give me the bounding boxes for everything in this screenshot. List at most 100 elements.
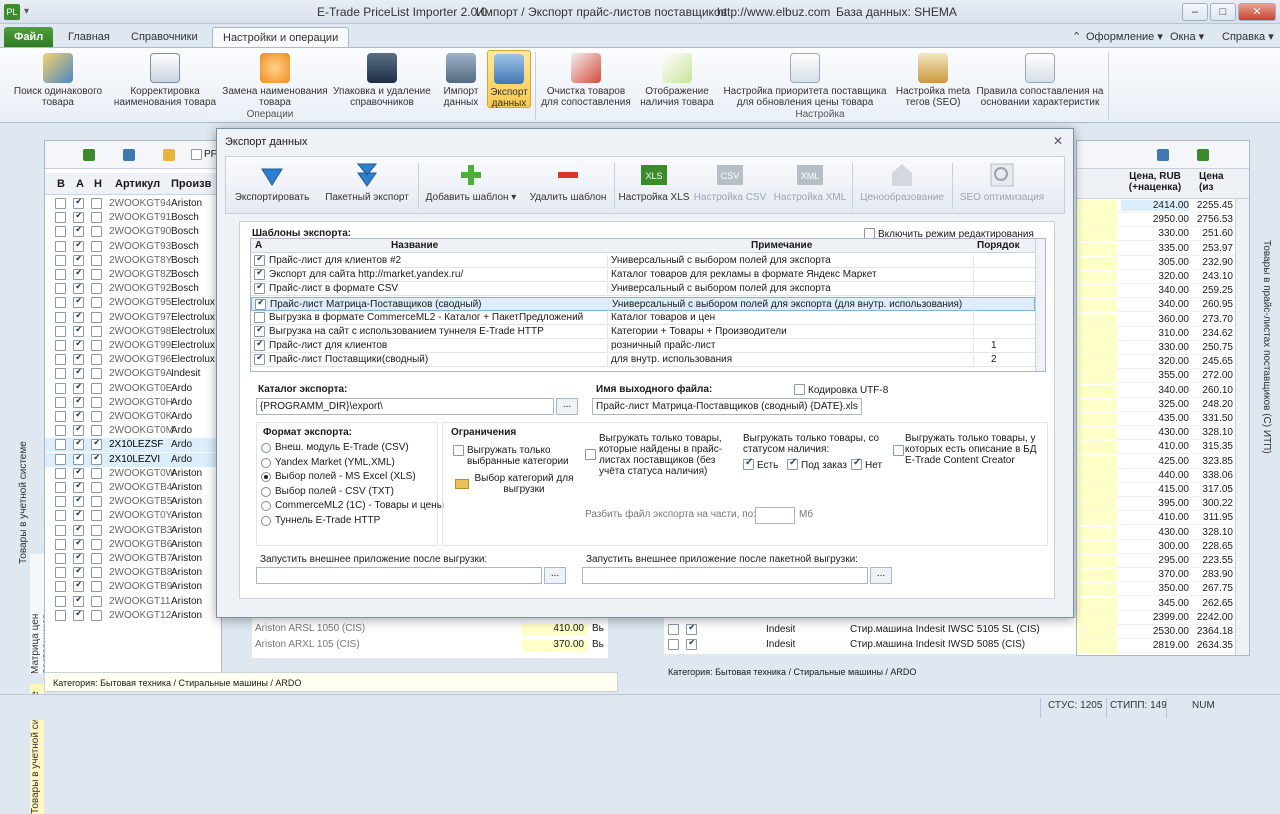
row-checkbox[interactable] bbox=[91, 325, 102, 337]
row-checkbox[interactable] bbox=[73, 496, 84, 508]
row-checkbox[interactable] bbox=[55, 425, 66, 437]
template-row[interactable]: Экспорт для сайта http://market.yandex.r… bbox=[251, 268, 1035, 283]
row-checkbox[interactable] bbox=[73, 311, 84, 323]
col-active[interactable]: А bbox=[255, 240, 262, 251]
table-row[interactable]: 2399.00 2242.00 bbox=[1077, 611, 1235, 625]
table-row[interactable]: 2414.00 2255.45 bbox=[1077, 199, 1235, 213]
templates-scrollbar[interactable] bbox=[1035, 239, 1045, 371]
row-checkbox[interactable] bbox=[55, 482, 66, 493]
table-row[interactable]: 2WOOKGT0EArdo bbox=[45, 382, 221, 396]
row-checkbox[interactable] bbox=[55, 311, 66, 323]
row-checkbox[interactable] bbox=[55, 595, 66, 607]
table-row[interactable]: 2WOOKGT90Bosch bbox=[45, 225, 221, 239]
find-duplicates-button[interactable]: Поиск одинакового товара bbox=[6, 50, 110, 108]
menu-appearance[interactable]: Оформление ▾ bbox=[1086, 30, 1163, 43]
table-row[interactable]: 370.00 283.90 bbox=[1077, 568, 1235, 583]
row-checkbox[interactable] bbox=[73, 198, 84, 209]
row-checkbox[interactable] bbox=[55, 581, 66, 593]
table-row[interactable]: 2X10LEZSF Ardo bbox=[45, 438, 221, 453]
row-checkbox[interactable] bbox=[55, 567, 66, 579]
row-checkbox[interactable] bbox=[55, 553, 66, 564]
row-checkbox[interactable] bbox=[73, 354, 84, 366]
maximize-button[interactable]: □ bbox=[1210, 3, 1236, 21]
table-row[interactable]: 340.00 260.95 bbox=[1077, 298, 1235, 313]
row-checkbox[interactable] bbox=[55, 609, 66, 621]
row-checkbox[interactable] bbox=[73, 240, 84, 252]
format-radio[interactable] bbox=[261, 486, 271, 497]
row-checkbox[interactable] bbox=[73, 538, 84, 550]
export-grid-icon[interactable] bbox=[1197, 149, 1209, 161]
row-checkbox[interactable] bbox=[91, 581, 102, 593]
table-row[interactable]: 2WOOKGTB4Ariston bbox=[45, 481, 221, 495]
found-only-checkbox[interactable] bbox=[585, 449, 596, 460]
table-row[interactable]: 2WOOKGT93Bosch bbox=[45, 240, 221, 254]
row-checkbox[interactable] bbox=[55, 212, 66, 224]
table-row[interactable]: 2530.00 2364.18 bbox=[1077, 625, 1235, 639]
row-checkbox[interactable] bbox=[91, 254, 102, 266]
format-radio[interactable] bbox=[261, 501, 271, 512]
table-row[interactable]: 2WOOKGT9AIndesit bbox=[45, 367, 221, 381]
table-row[interactable]: 2WOOKGT0YAriston bbox=[45, 509, 221, 523]
dialog-close-icon[interactable]: ✕ bbox=[1053, 134, 1063, 148]
table-row[interactable]: 2WOOKGTB6Ariston bbox=[45, 538, 221, 552]
col-brand[interactable]: Произв bbox=[171, 178, 211, 190]
col-article[interactable]: Артикул bbox=[115, 178, 160, 190]
table-row[interactable]: 305.00 232.90 bbox=[1077, 256, 1235, 270]
table-row[interactable]: 2WOOKGTB8Ariston bbox=[45, 566, 221, 580]
template-active-checkbox[interactable] bbox=[254, 269, 265, 281]
table-row[interactable]: 2WOOKGT92Bosch bbox=[45, 282, 221, 296]
table-row[interactable]: 320.00 245.65 bbox=[1077, 355, 1235, 370]
table-row[interactable]: 2WOOKGT99Electrolux bbox=[45, 339, 221, 353]
pr-checkbox[interactable] bbox=[191, 149, 202, 160]
table-row[interactable]: 430.00 328.10 bbox=[1077, 426, 1235, 441]
row-checkbox[interactable] bbox=[55, 297, 66, 309]
run-after-batch-browse-button[interactable]: ... bbox=[870, 567, 892, 584]
row-checkbox[interactable] bbox=[73, 368, 84, 380]
col-v[interactable]: В bbox=[57, 178, 65, 190]
table-row[interactable]: 340.00 259.25 bbox=[1077, 284, 1235, 299]
template-active-checkbox[interactable] bbox=[254, 311, 265, 323]
right-grid-scrollbar[interactable] bbox=[1235, 199, 1249, 655]
table-row[interactable]: 355.00 272.00 bbox=[1077, 369, 1235, 384]
table-row[interactable]: 395.00 300.22 bbox=[1077, 497, 1235, 512]
template-active-checkbox[interactable] bbox=[254, 283, 265, 295]
table-row[interactable]: 2X10LEZVI Ardo bbox=[45, 452, 221, 467]
supplier-priority-button[interactable]: Настройка приоритета поставщика для обно… bbox=[719, 50, 891, 108]
row-checkbox[interactable] bbox=[91, 553, 102, 564]
table-row[interactable]: 2WOOKGT0KArdo bbox=[45, 410, 221, 424]
row-checkbox[interactable] bbox=[73, 467, 84, 479]
row-checkbox[interactable] bbox=[73, 254, 84, 266]
template-row[interactable]: Прайс-лист в формате CSV Универсальный с … bbox=[251, 282, 1035, 297]
col-price-rub[interactable]: Цена, RUB (+наценка) bbox=[1121, 171, 1189, 193]
export-grid-icon[interactable] bbox=[83, 149, 95, 161]
template-row[interactable]: Выгрузка на сайт с использованием туннел… bbox=[251, 325, 1035, 339]
row-checkbox[interactable] bbox=[91, 567, 102, 579]
row-checkbox[interactable] bbox=[91, 297, 102, 309]
row-checkbox[interactable] bbox=[91, 311, 102, 323]
row-checkbox[interactable] bbox=[91, 482, 102, 493]
row-checkbox[interactable] bbox=[73, 382, 84, 394]
row-checkbox[interactable] bbox=[55, 254, 66, 266]
row-checkbox[interactable] bbox=[55, 354, 66, 366]
row-checkbox[interactable] bbox=[55, 226, 66, 238]
format-radio[interactable] bbox=[261, 457, 271, 468]
row-checkbox[interactable] bbox=[91, 496, 102, 508]
row-checkbox[interactable] bbox=[55, 496, 66, 508]
col-price-from[interactable]: Цена (из bbox=[1199, 171, 1229, 193]
row-checkbox[interactable] bbox=[91, 226, 102, 238]
table-row[interactable]: 330.00 251.60 bbox=[1077, 227, 1235, 242]
table-row[interactable]: 320.00 243.10 bbox=[1077, 270, 1235, 284]
tab-settings-operations[interactable]: Настройки и операции bbox=[212, 27, 350, 48]
table-row[interactable]: 2819.00 2634.35 bbox=[1077, 639, 1235, 654]
row-checkbox[interactable] bbox=[91, 467, 102, 479]
row-checkbox[interactable] bbox=[73, 510, 84, 522]
row-checkbox[interactable] bbox=[55, 453, 66, 465]
col-a[interactable]: А bbox=[76, 178, 84, 190]
template-active-checkbox[interactable] bbox=[254, 354, 265, 366]
pricing-button[interactable]: Ценообразование bbox=[856, 159, 948, 211]
batch-export-button[interactable]: Пакетный экспорт bbox=[318, 159, 416, 211]
table-row[interactable]: 340.00 260.10 bbox=[1077, 384, 1235, 398]
table-row[interactable]: 2WOOKGTB7Ariston bbox=[45, 552, 221, 566]
row-checkbox[interactable] bbox=[668, 639, 679, 650]
status-option-checkbox[interactable] bbox=[787, 457, 798, 470]
